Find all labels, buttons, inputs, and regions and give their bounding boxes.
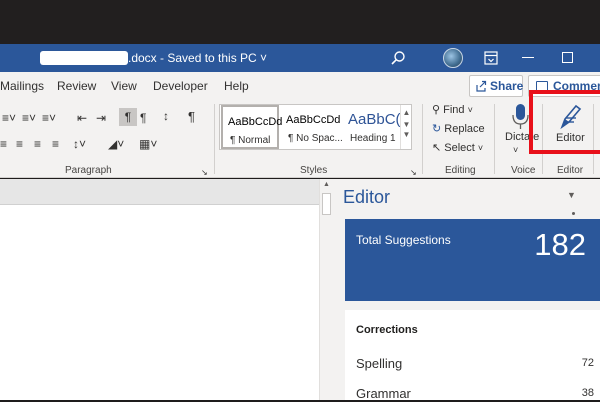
line-spacing-icon[interactable]: ↕˅ [73,137,86,151]
group-separator [422,104,423,174]
total-suggestions-label: Total Suggestions [356,233,451,247]
highlight-annotation [529,90,600,154]
tab-view[interactable]: View [111,79,137,93]
title-bar: .docx - Saved to this PC ˅ [0,44,600,72]
search-icon[interactable] [390,50,406,66]
voice-group-label: Voice [511,165,536,176]
scroll-up-icon[interactable]: ▲ [323,181,330,188]
chevron-down-icon[interactable]: ▼ [401,120,412,129]
correction-count: 38 [581,387,594,399]
styles-launcher-icon[interactable]: ↘ [410,166,417,180]
bullets-icon[interactable]: ≡˅ [2,111,16,125]
style-sample: AaBbCcDd [228,116,283,128]
select-label: Select [444,142,475,154]
group-separator [214,104,215,174]
total-suggestions-count: 182 [534,227,586,262]
ribbon-display-options-icon[interactable] [484,51,498,65]
group-separator [494,104,495,174]
minimize-icon[interactable] [522,57,534,58]
editing-group-label: Editing [445,165,476,176]
numbering-icon[interactable]: ≡˅ [22,111,36,125]
chevron-up-icon[interactable]: ▲ [401,108,412,117]
style-normal[interactable]: AaBbCcDd ¶ Normal [221,105,283,149]
align-right-icon[interactable]: ≡ [34,137,41,151]
align-left-icon[interactable]: ≡ [0,137,7,151]
pane-options-icon[interactable]: ▼ [567,190,576,200]
spelling-row[interactable]: Spelling 72 [356,356,594,372]
tab-review[interactable]: Review [57,79,96,93]
document-page[interactable] [0,179,319,400]
pane-indicator [572,212,575,215]
share-icon [476,80,487,92]
vertical-scrollbar[interactable]: ▲ [319,179,333,400]
rtl-direction-icon[interactable]: ¶ [140,111,146,125]
avatar[interactable] [443,48,463,68]
document-title[interactable]: .docx - Saved to this PC ˅ [128,51,267,65]
scroll-thumb[interactable] [322,193,331,215]
correction-label: Grammar [356,386,411,401]
style-sample: AaBbC( [348,111,400,128]
style-name: Heading 1 [350,133,396,144]
background-strip [0,0,600,44]
select-icon: ↖ [432,142,442,154]
find-button[interactable]: ⚲ Find ˅ [432,103,473,116]
correction-count: 72 [581,357,594,369]
redacted-filename [40,51,128,65]
chevron-down-icon[interactable]: ˅ [513,143,518,157]
style-heading-1[interactable]: AaBbC( Heading 1 [343,105,400,149]
pane-title: Editor [343,187,391,207]
paragraph-group-label: Paragraph [65,165,112,176]
style-name: ¶ Normal [230,135,271,146]
page-gap [0,179,319,205]
tab-help[interactable]: Help [224,79,249,93]
replace-label: Replace [444,123,485,135]
style-sample: AaBbCcDd [286,114,341,126]
style-name: ¶ No Spac... [288,133,343,144]
gallery-scroll[interactable]: ▲ ▼ ▼ [400,105,412,149]
share-label: Share [490,79,524,93]
correction-label: Spelling [356,356,403,371]
style-no-spacing[interactable]: AaBbCcDd ¶ No Spac... [281,105,343,149]
show-formatting-icon[interactable]: ¶ [188,110,195,124]
chevron-down-icon: ˅ [467,105,473,115]
ltr-direction-icon[interactable]: ¶ [119,108,137,126]
corrections-card: Corrections Spelling 72 Grammar 38 [345,310,600,401]
more-styles-icon[interactable]: ▼ [401,130,412,139]
select-button[interactable]: ↖ Select ˅ [432,141,483,154]
decrease-indent-icon[interactable]: ⇤ [77,111,87,125]
find-label: Find [443,104,465,116]
shading-icon[interactable]: ◢˅ [108,137,124,151]
find-icon: ⚲ [432,104,441,116]
paragraph-launcher-icon[interactable]: ↘ [201,166,208,180]
styles-gallery: AaBbCcDd ¶ Normal AaBbCcDd ¶ No Spac... … [219,104,412,150]
total-suggestions-card[interactable]: Total Suggestions 182 [345,219,600,301]
corrections-title: Corrections [356,324,418,336]
chevron-down-icon: ˅ [477,143,484,153]
borders-icon[interactable]: ▦˅ [139,137,157,151]
justify-icon[interactable]: ≡ [52,137,59,151]
editor-group-label: Editor [557,165,584,176]
align-center-icon[interactable]: ≡ [16,137,23,151]
sort-icon[interactable]: ↕ [163,109,169,123]
multilevel-list-icon[interactable]: ≡˅ [42,111,56,125]
increase-indent-icon[interactable]: ⇥ [96,111,106,125]
tab-mailings[interactable]: Mailings [0,79,44,93]
maximize-icon[interactable] [562,52,573,63]
replace-icon: ↻ [432,123,442,135]
share-button[interactable]: Share [469,75,523,97]
tab-developer[interactable]: Developer [153,79,208,93]
styles-group-label: Styles [300,165,328,176]
replace-button[interactable]: ↻ Replace [432,122,485,135]
